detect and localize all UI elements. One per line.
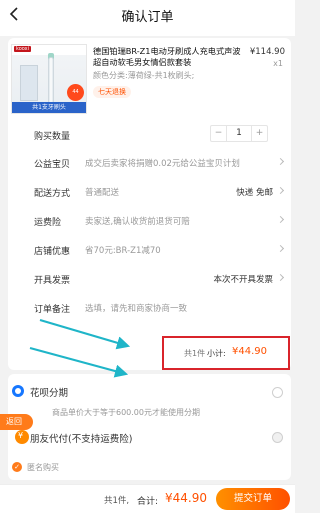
page-title: 确认订单	[121, 10, 174, 25]
friend-pay-row[interactable]: 朋友代付(不支持运费险)	[8, 426, 291, 450]
charity-row[interactable]: 公益宝贝 成交后卖家将捐赠0.02元给公益宝贝计划	[8, 151, 291, 173]
thumbnail-brand-logo: kooxi	[14, 46, 32, 52]
thumbnail-banner: 共1支牙刷头	[12, 102, 86, 113]
delivery-label: 配送方式	[34, 189, 71, 199]
charity-text: 成交后卖家将捐赠0.02元给公益宝贝计划	[85, 159, 240, 169]
friend-pay-label: 朋友代付(不支持运费险)	[30, 434, 133, 445]
invoice-label: 开具发票	[34, 276, 71, 286]
subtotal-amount: ¥44.90	[232, 346, 267, 357]
decrease-button[interactable]: −	[211, 126, 227, 141]
huabei-row[interactable]: 花呗分期	[8, 380, 291, 404]
quantity-label: 购买数量	[34, 132, 71, 142]
chevron-right-icon	[276, 273, 285, 282]
huabei-radio[interactable]	[272, 387, 283, 398]
submit-order-button[interactable]: 提交订单	[216, 488, 290, 510]
insurance-label: 运费险	[34, 218, 62, 228]
thumbnail-price-badge: 44	[67, 84, 84, 101]
product-variant: 颜色分类:薄荷绿-共1枚刷头;	[93, 71, 195, 80]
invoice-value: 本次不开具发票	[213, 275, 273, 285]
chevron-right-icon	[276, 244, 285, 253]
discount-label: 店铺优惠	[34, 247, 71, 257]
subtotal-label: 小计:	[207, 349, 226, 358]
huabei-label: 花呗分期	[30, 388, 69, 399]
product-price: ¥114.90	[249, 47, 285, 57]
delivery-text: 普通配送	[85, 188, 120, 198]
chevron-right-icon	[276, 215, 285, 224]
chevron-right-icon	[276, 186, 285, 195]
header-bar: 确认订单	[0, 0, 295, 36]
delivery-value: 快递 免邮	[236, 188, 273, 198]
product-quantity: x1	[273, 59, 283, 68]
bottom-bar: 共1件, 合计: ¥44.90 提交订单	[0, 484, 295, 513]
insurance-text: 卖家送,确认收货前退货可赔	[85, 217, 190, 227]
chevron-right-icon	[276, 157, 285, 166]
order-note-row[interactable]: 订单备注 选填，请先和商家协商一致	[8, 296, 291, 318]
discount-text: 省70元:BR-Z1减70	[85, 246, 161, 256]
order-note-input[interactable]: 选填，请先和商家协商一致	[85, 302, 187, 314]
huabei-note: 商品单价大于等于600.00元才能使用分期	[52, 408, 200, 417]
product-thumbnail[interactable]: kooxi 44 共1支牙刷头	[11, 44, 87, 114]
quantity-value[interactable]: 1	[227, 126, 251, 141]
floating-back-button[interactable]: 返回	[0, 414, 33, 430]
total-label: 合计:	[137, 497, 159, 507]
friend-pay-radio[interactable]	[272, 432, 283, 443]
quantity-stepper: − 1 +	[210, 125, 268, 142]
quantity-row: 购买数量 − 1 +	[8, 123, 291, 145]
product-title[interactable]: 德国铂瑞BR-Z1电动牙刷成人充电式声波超自动软毛男女情侣款套装	[93, 46, 241, 68]
subtotal-highlight-box: 共1件 小计: ¥44.90	[162, 336, 290, 370]
order-card: kooxi 44 共1支牙刷头 德国铂瑞BR-Z1电动牙刷成人充电式声波超自动软…	[8, 38, 291, 370]
delivery-row[interactable]: 配送方式 普通配送 快递 免邮	[8, 180, 291, 202]
insurance-row[interactable]: 运费险 卖家送,确认收货前退货可赔	[8, 209, 291, 231]
invoice-row[interactable]: 开具发票 本次不开具发票	[8, 267, 291, 289]
return-policy-tag: 七天退换	[93, 86, 131, 98]
total-amount: ¥44.90	[165, 491, 207, 505]
huabei-icon	[12, 385, 24, 397]
increase-button[interactable]: +	[251, 126, 267, 141]
anonymous-check-icon[interactable]: ✓	[12, 462, 22, 472]
bottom-count: 共1件,	[104, 496, 130, 506]
anonymous-label[interactable]: 匿名购买	[27, 462, 59, 473]
order-note-label: 订单备注	[34, 305, 71, 315]
friend-pay-icon	[15, 430, 29, 444]
store-discount-row[interactable]: 店铺优惠 省70元:BR-Z1减70	[8, 238, 291, 260]
charity-label: 公益宝贝	[34, 160, 71, 170]
subtotal-count: 共1件	[184, 349, 206, 358]
